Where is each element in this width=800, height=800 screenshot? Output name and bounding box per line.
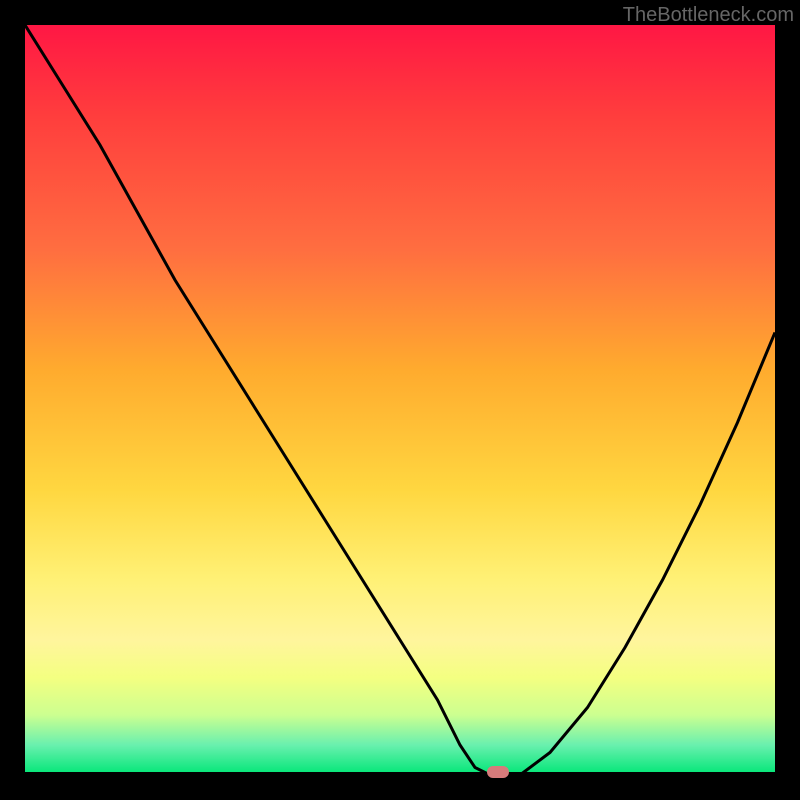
x-axis-baseline <box>25 772 775 775</box>
bottleneck-curve <box>25 25 775 775</box>
watermark-text: TheBottleneck.com <box>623 4 794 27</box>
chart-plot-area <box>25 25 775 775</box>
optimal-point-marker <box>487 766 509 778</box>
